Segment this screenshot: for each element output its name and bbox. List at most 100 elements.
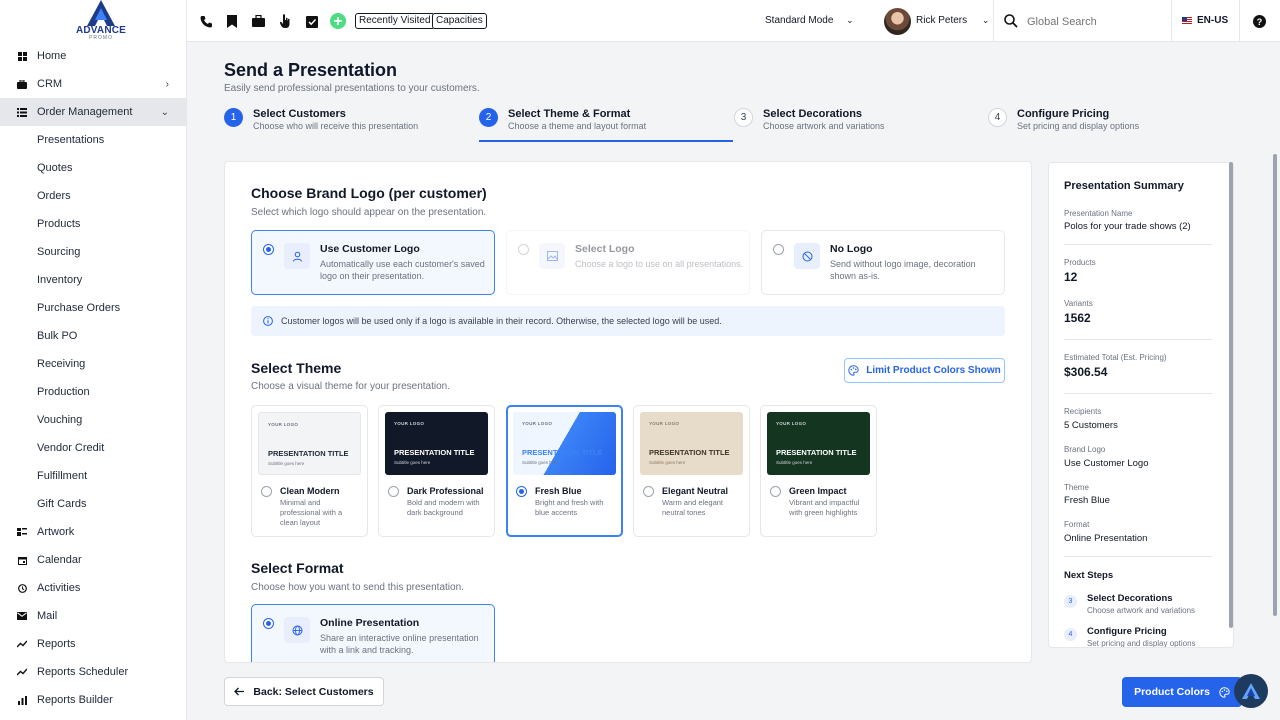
sidebar-item-vendor-credit[interactable]: Vendor Credit [0, 434, 187, 462]
step-desc: Choose who will receive this presentatio… [253, 121, 419, 131]
checklist-icon[interactable] [304, 13, 320, 29]
sidebar-item-sourcing[interactable]: Sourcing [0, 238, 187, 266]
limit-product-colors-button[interactable]: Limit Product Colors Shown [844, 358, 1005, 383]
sidebar-item-mail[interactable]: Mail [0, 602, 187, 630]
radio-selected[interactable] [263, 618, 274, 629]
sidebar-item-inventory[interactable]: Inventory [0, 266, 187, 294]
main-scrollbar[interactable] [1273, 154, 1277, 616]
option-desc: Share an interactive online presentation… [320, 633, 479, 655]
add-icon[interactable] [330, 13, 346, 29]
chevron-down-icon: ⌄ [846, 15, 854, 25]
step-desc: Choose artwork and variations [763, 121, 885, 131]
theme-thumbnail: YOUR LOGO PRESENTATION TITLE Subtitle go… [767, 412, 870, 475]
theme-card-clean-modern[interactable]: YOUR LOGO PRESENTATION TITLE Subtitle go… [251, 405, 368, 537]
recently-visited-button[interactable]: Recently Visited [355, 13, 435, 29]
theme-desc: Bold and modern with dark background [407, 498, 480, 517]
capacities-button[interactable]: Capacities [432, 13, 487, 29]
user-menu[interactable]: Rick Peters ⌄ [916, 15, 989, 26]
thumb-subtitle: Subtitle goes here [268, 461, 305, 466]
avatar[interactable] [884, 8, 911, 35]
sidebar-item-vouching[interactable]: Vouching [0, 406, 187, 434]
divider [1064, 244, 1212, 245]
divider [1064, 339, 1212, 340]
sidebar-item-label: Mail [37, 610, 58, 622]
thumb-logo: YOUR LOGO [268, 422, 299, 427]
step-desc: Choose a theme and layout format [508, 121, 647, 131]
format-section-subtitle: Choose how you want to send this present… [251, 582, 464, 593]
back-button[interactable]: Back: Select Customers [224, 677, 384, 706]
option-desc: Choose a logo to use on all presentation… [575, 259, 744, 269]
radio-unselected[interactable] [643, 486, 654, 497]
theme-name: Elegant Neutral [662, 486, 729, 496]
theme-card-dark-professional[interactable]: YOUR LOGO PRESENTATION TITLE Subtitle go… [378, 405, 495, 537]
divider [1171, 0, 1172, 42]
assistant-fab[interactable] [1234, 674, 1268, 708]
sidebar-item-order-management[interactable]: Order Management ⌄ [0, 98, 187, 126]
summary-scrollbar[interactable] [1229, 162, 1233, 628]
sidebar-item-products[interactable]: Products [0, 210, 187, 238]
theme-card-fresh-blue[interactable]: YOUR LOGO PRESENTATION TITLE Subtitle go… [506, 405, 623, 537]
sidebar-item-activities[interactable]: Activities [0, 574, 187, 602]
sidebar-item-calendar[interactable]: Calendar [0, 546, 187, 574]
radio-unselected[interactable] [518, 244, 529, 255]
radio-unselected[interactable] [773, 244, 784, 255]
sidebar-item-reports-builder[interactable]: Reports Builder [0, 686, 187, 714]
radio-selected[interactable] [263, 244, 274, 255]
sidebar-item-label: Home [37, 50, 67, 62]
list-icon [17, 107, 27, 117]
option-desc: Send without logo image, decoration show… [830, 259, 976, 281]
sidebar-item-bulk-po[interactable]: Bulk PO [0, 322, 187, 350]
sidebar-item-quotes[interactable]: Quotes [0, 154, 187, 182]
sidebar-item-presentations[interactable]: Presentations [0, 126, 187, 154]
sidebar-item-label: Fulfillment [37, 470, 88, 482]
radio-unselected[interactable] [388, 486, 399, 497]
locale-select[interactable]: EN-US [1182, 15, 1228, 26]
bookmark-icon[interactable] [224, 13, 240, 29]
theme-card-elegant-neutral[interactable]: YOUR LOGO PRESENTATION TITLE Subtitle go… [633, 405, 750, 537]
brand-logo[interactable]: ADVANCE PROMO [60, 0, 142, 42]
sidebar-item-orders[interactable]: Orders [0, 182, 187, 210]
logo-option-customer[interactable]: Use Customer Logo Automatically use each… [251, 230, 495, 295]
theme-section-subtitle: Choose a visual theme for your presentat… [251, 381, 450, 392]
radio-unselected[interactable] [770, 486, 781, 497]
briefcase-icon [17, 79, 27, 89]
sidebar-item-crm[interactable]: CRM › [0, 70, 187, 98]
radio-selected[interactable] [516, 486, 527, 497]
calendar-icon [17, 555, 27, 565]
thumb-logo: YOUR LOGO [776, 421, 807, 426]
main-area: Send a Presentation Easily send professi… [187, 42, 1280, 720]
sidebar-item-receiving[interactable]: Receiving [0, 350, 187, 378]
sidebar-item-gift-cards[interactable]: Gift Cards [0, 490, 187, 518]
briefcase-icon[interactable] [250, 13, 266, 29]
logo-mark-icon [87, 0, 115, 26]
logo-option-select[interactable]: Select Logo Choose a logo to use on all … [506, 230, 750, 295]
theme-thumbnail: YOUR LOGO PRESENTATION TITLE Subtitle go… [258, 412, 361, 475]
theme-card-green-impact[interactable]: YOUR LOGO PRESENTATION TITLE Subtitle go… [760, 405, 877, 537]
summary-value: Use Customer Logo [1064, 458, 1149, 469]
help-icon[interactable]: ? [1251, 13, 1267, 29]
sidebar-item-fulfillment[interactable]: Fulfillment [0, 462, 187, 490]
hand-pointer-icon[interactable] [277, 13, 293, 29]
radio-unselected[interactable] [261, 486, 272, 497]
mode-select[interactable]: Standard Mode ⌄ [765, 15, 854, 26]
option-desc: Automatically use each customer's saved … [320, 259, 485, 281]
sidebar-item-reports-scheduler[interactable]: Reports Scheduler [0, 658, 187, 686]
divider [1064, 556, 1212, 557]
sidebar-item-purchase-orders[interactable]: Purchase Orders [0, 294, 187, 322]
sidebar-item-label: Vendor Credit [37, 442, 105, 454]
sidebar-item-production[interactable]: Production [0, 378, 187, 406]
sidebar-item-artwork[interactable]: Artwork [0, 518, 187, 546]
sidebar-item-home[interactable]: Home [0, 42, 187, 70]
phone-icon[interactable] [198, 13, 214, 29]
thumb-logo: YOUR LOGO [649, 421, 680, 426]
thumb-subtitle: Subtitle goes here [394, 460, 431, 465]
top-bar: Recently Visited Capacities Standard Mod… [187, 0, 1280, 42]
sidebar-item-reports[interactable]: Reports [0, 630, 187, 658]
active-step-indicator [479, 140, 733, 142]
format-option-online[interactable]: Online Presentation Share an interactive… [251, 604, 495, 662]
product-colors-button[interactable]: Product Colors [1122, 677, 1242, 707]
step-title: Select Customers [253, 108, 346, 120]
logo-option-none[interactable]: No Logo Send without logo image, decorat… [761, 230, 1005, 295]
global-search-input[interactable] [1027, 12, 1167, 32]
svg-text:?: ? [1256, 17, 1262, 27]
